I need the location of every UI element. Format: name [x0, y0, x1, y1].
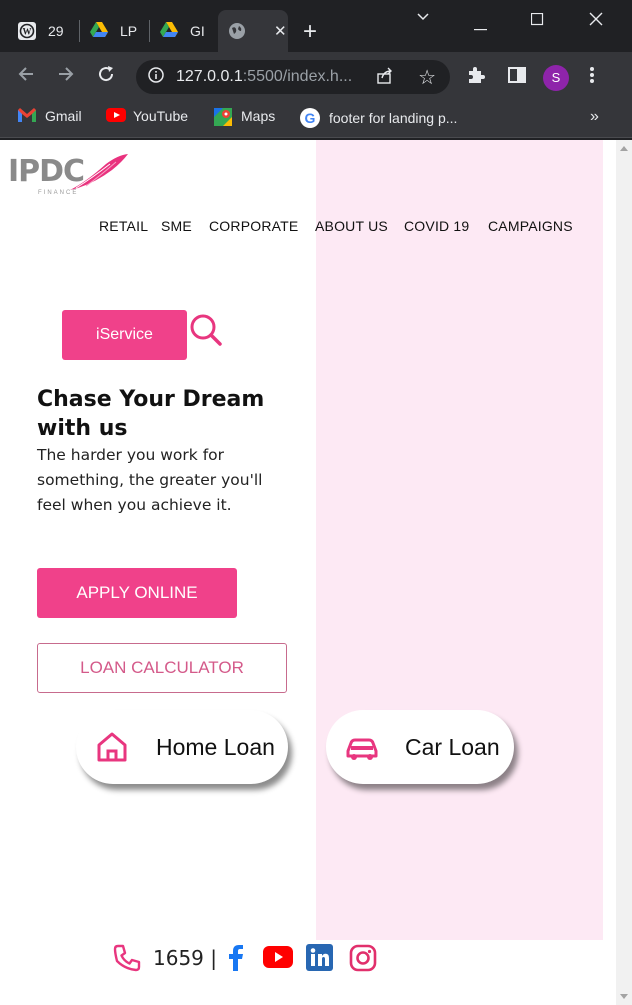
apply-online-button[interactable]: APPLY ONLINE — [37, 568, 237, 618]
car-loan-label: Car Loan — [405, 733, 500, 760]
nav-corporate[interactable]: CORPORATE — [209, 218, 298, 234]
scrollbar[interactable] — [616, 140, 632, 1005]
scroll-up-arrow-icon[interactable] — [620, 146, 628, 151]
bookmark-maps[interactable]: Maps — [214, 108, 276, 126]
linkedin-icon[interactable] — [306, 944, 333, 971]
share-icon[interactable] — [376, 67, 394, 90]
window-close-icon[interactable] — [589, 12, 603, 29]
nav-about-us[interactable]: ABOUT US — [315, 218, 388, 234]
tab-active[interactable]: ✕ — [218, 10, 288, 52]
car-icon — [346, 738, 378, 760]
globe-icon — [228, 22, 246, 40]
profile-avatar[interactable]: S — [543, 65, 569, 91]
page-viewport: IPDC FINANCE RETAIL SME CORPORATE ABOUT … — [0, 140, 632, 1005]
hero-title: Chase Your Dream with us — [37, 387, 265, 441]
bookmark-label: Gmail — [45, 108, 82, 124]
car-loan-card[interactable]: Car Loan — [326, 710, 514, 784]
bookmark-label: footer for landing p... — [329, 110, 458, 126]
youtube-social-icon[interactable] — [263, 946, 293, 968]
bookmarks-bar: Gmail YouTube Maps G footer for landing … — [0, 100, 632, 138]
search-icon[interactable] — [188, 312, 224, 348]
bookmark-youtube[interactable]: YouTube — [106, 108, 188, 124]
google-drive-icon — [160, 22, 178, 40]
phone-icon[interactable] — [112, 943, 142, 973]
ipdc-logo[interactable]: IPDC FINANCE — [8, 152, 132, 196]
tab-gi[interactable]: GI — [150, 10, 214, 52]
bookmark-footer-landing[interactable]: G footer for landing p... — [300, 108, 457, 128]
close-tab-icon[interactable]: ✕ — [274, 22, 287, 40]
facebook-icon[interactable] — [224, 943, 246, 973]
nav-campaigns[interactable]: CAMPAIGNS — [488, 218, 573, 234]
bookmark-label: YouTube — [133, 108, 189, 124]
instagram-icon[interactable] — [349, 944, 377, 972]
menu-icon[interactable] — [588, 65, 596, 90]
logo-subtext: FINANCE — [38, 190, 79, 196]
tab-label: GI — [190, 23, 205, 39]
loan-calculator-button[interactable]: LOAN CALCULATOR — [37, 643, 287, 693]
scroll-down-arrow-icon[interactable] — [620, 994, 628, 999]
minimize-icon[interactable] — [474, 18, 488, 34]
bookmark-label: Maps — [241, 108, 276, 124]
logo-feather-icon — [70, 154, 128, 190]
url-host: 127.0.0.1 — [176, 68, 243, 85]
url-path: :5500/index.h... — [242, 68, 353, 85]
tab-wordpress[interactable]: W 29 — [8, 10, 78, 52]
browser-toolbar: 127.0.0.1:5500/index.h... ☆ S — [0, 52, 632, 100]
new-tab-button[interactable]: + — [303, 20, 317, 44]
side-panel-icon[interactable] — [507, 65, 527, 90]
wordpress-icon: W — [18, 22, 36, 40]
nav-retail[interactable]: RETAIL — [99, 218, 148, 234]
forward-icon[interactable] — [56, 64, 76, 89]
address-bar[interactable]: 127.0.0.1:5500/index.h... ☆ — [136, 60, 450, 94]
hero-subtitle: The harder you work for something, the g… — [37, 446, 263, 514]
gmail-icon — [18, 108, 36, 124]
google-icon: G — [300, 108, 320, 128]
bookmark-star-icon[interactable]: ☆ — [418, 65, 436, 90]
tab-strip: W 29 LP GI ✕ + — [0, 0, 632, 52]
reload-icon[interactable] — [96, 64, 116, 89]
back-icon[interactable] — [16, 64, 36, 89]
home-loan-label: Home Loan — [156, 733, 275, 760]
tab-label: 29 — [48, 23, 64, 39]
tab-lp[interactable]: LP — [80, 10, 148, 52]
youtube-icon — [106, 108, 126, 124]
hotline-number: 1659 | — [153, 946, 217, 970]
nav-covid-19[interactable]: COVID 19 — [404, 218, 469, 234]
maps-icon — [214, 108, 232, 126]
site-info-icon[interactable] — [148, 67, 164, 87]
svg-text:G: G — [305, 110, 316, 126]
tab-search-icon[interactable] — [416, 10, 430, 27]
iservice-button[interactable]: iService — [62, 310, 187, 360]
tab-label: LP — [120, 23, 138, 39]
bookmark-gmail[interactable]: Gmail — [18, 108, 82, 124]
google-drive-icon — [90, 22, 108, 40]
hero-background-panel — [316, 140, 603, 940]
home-loan-card[interactable]: Home Loan — [76, 710, 288, 784]
footer-bar — [0, 940, 603, 1005]
home-icon — [97, 732, 127, 762]
extensions-icon[interactable] — [466, 65, 486, 90]
svg-text:W: W — [23, 27, 32, 37]
maximize-icon[interactable] — [530, 12, 544, 29]
nav-sme[interactable]: SME — [161, 218, 192, 234]
bookmarks-overflow-button[interactable]: » — [590, 108, 599, 126]
